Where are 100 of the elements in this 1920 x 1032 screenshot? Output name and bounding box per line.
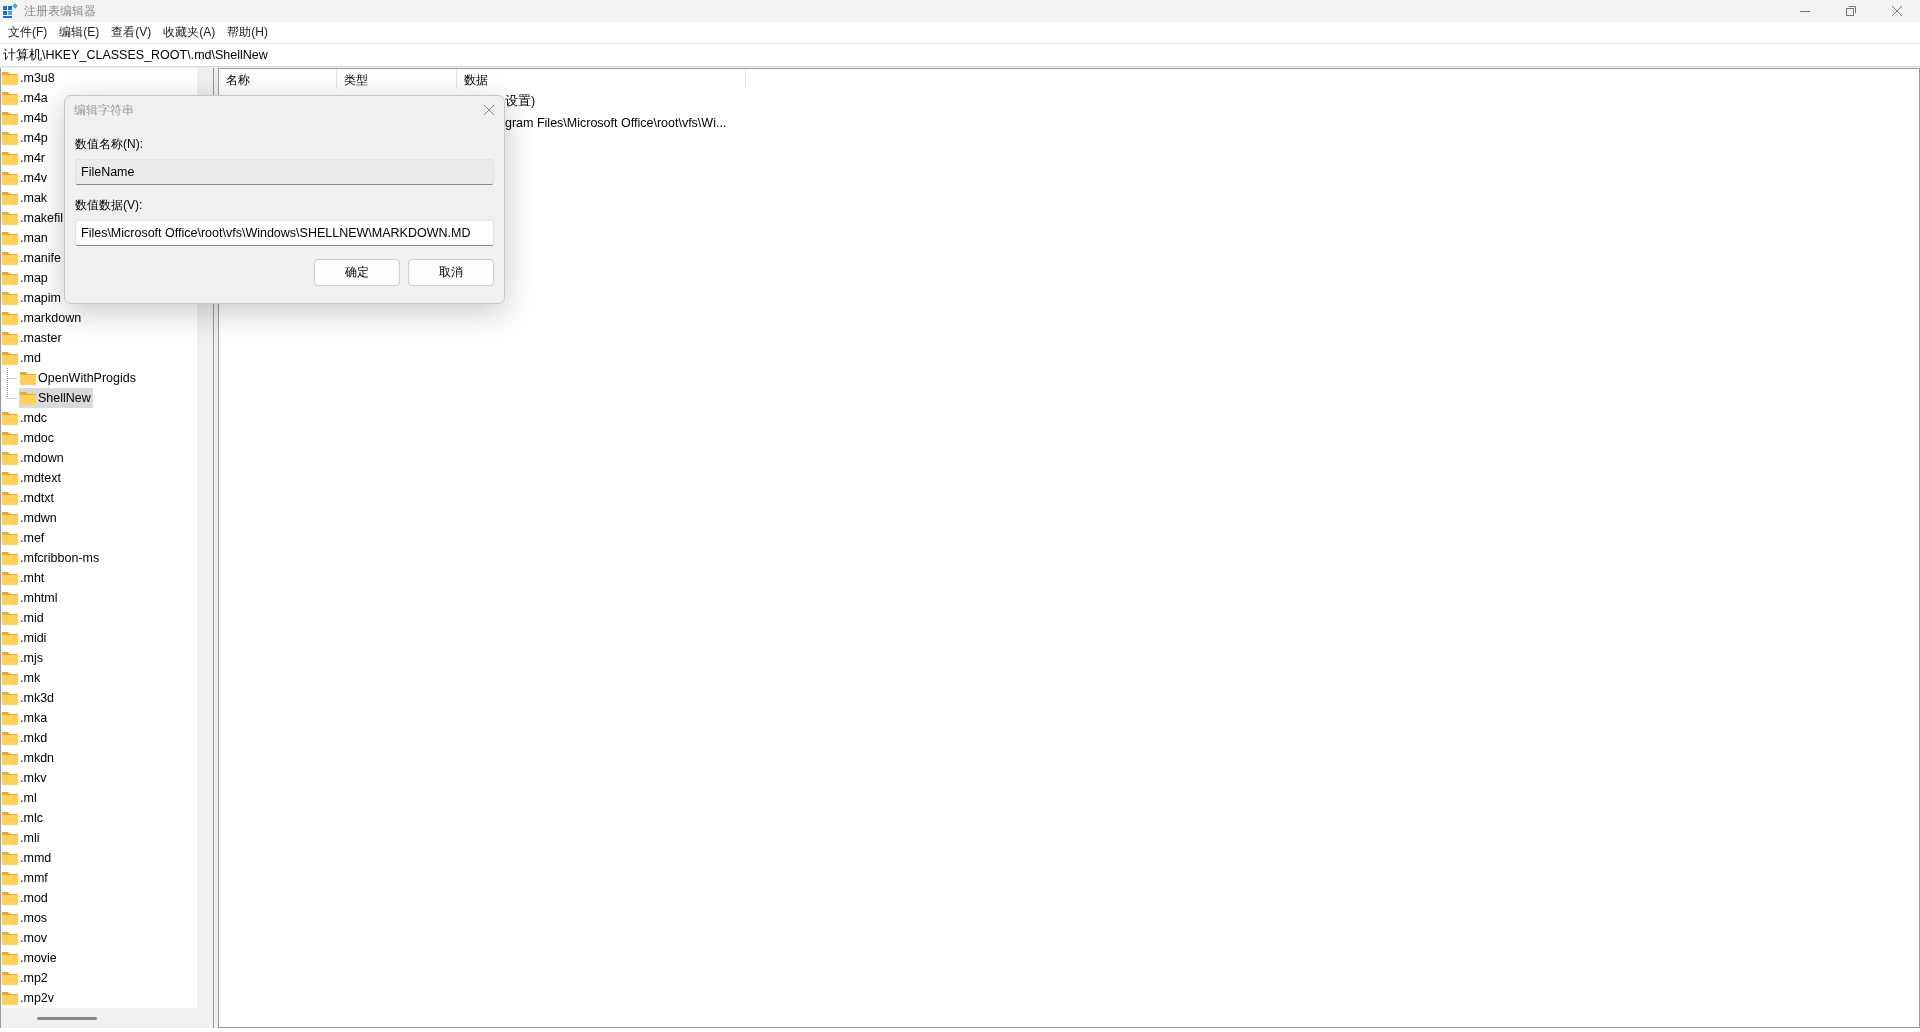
folder-icon xyxy=(2,171,18,185)
folder-icon xyxy=(2,491,18,505)
folder-icon xyxy=(2,591,18,605)
tree-item[interactable]: .m4p xyxy=(1,128,50,148)
folder-icon xyxy=(2,211,18,225)
tree-item[interactable]: .man xyxy=(1,228,50,248)
dialog-button[interactable]: 确定 xyxy=(314,259,400,286)
folder-icon xyxy=(2,711,18,725)
field-label: 数值数据(V): xyxy=(75,197,144,214)
column-header[interactable]: 数据 xyxy=(457,69,746,89)
tree-item[interactable]: .m3u8 xyxy=(1,68,57,88)
close-icon[interactable] xyxy=(1892,6,1902,16)
restore-icon[interactable] xyxy=(1846,6,1856,16)
tree-item[interactable]: .mef xyxy=(1,528,47,548)
tree-item[interactable]: .mov xyxy=(1,928,50,948)
menu-item[interactable]: 查看(V) xyxy=(105,24,158,41)
folder-icon xyxy=(2,471,18,485)
folder-icon xyxy=(2,291,18,305)
tree-item[interactable]: .mhtml xyxy=(1,588,60,608)
tree-item[interactable]: .mdc xyxy=(1,408,50,428)
tree-item[interactable]: .makefil xyxy=(1,208,66,228)
tree-item[interactable]: .mjs xyxy=(1,648,45,668)
folder-icon xyxy=(2,71,18,85)
tree-item[interactable]: .mdown xyxy=(1,448,66,468)
folder-icon xyxy=(2,691,18,705)
minimize-icon[interactable] xyxy=(1800,10,1810,12)
tree-item[interactable]: .markdown xyxy=(1,308,84,328)
folder-icon xyxy=(2,811,18,825)
folder-icon xyxy=(2,271,18,285)
folder-icon xyxy=(2,311,18,325)
tree-item[interactable]: .mdoc xyxy=(1,428,57,448)
folder-icon xyxy=(2,851,18,865)
tree-item[interactable]: .mdwn xyxy=(1,508,59,528)
folder-icon xyxy=(2,951,18,965)
folder-icon xyxy=(2,571,18,585)
menu-item[interactable]: 文件(F) xyxy=(2,24,54,41)
tree-item[interactable]: .mmd xyxy=(1,848,54,868)
column-header[interactable]: 类型 xyxy=(337,69,457,89)
dialog-button[interactable]: 取消 xyxy=(408,259,494,286)
tree-item[interactable]: .mdtext xyxy=(1,468,63,488)
tree-item[interactable]: .mid xyxy=(1,608,46,628)
scrollbar-thumb[interactable] xyxy=(37,1016,97,1020)
tree-item[interactable]: .mkd xyxy=(1,728,50,748)
close-icon[interactable] xyxy=(484,105,494,115)
folder-icon xyxy=(2,331,18,345)
tree-item[interactable]: ShellNew xyxy=(19,388,93,408)
folder-icon xyxy=(2,431,18,445)
folder-icon xyxy=(20,391,36,405)
tree-item[interactable]: .manife xyxy=(1,248,63,268)
tree-item[interactable]: .mos xyxy=(1,908,50,928)
menu-item[interactable]: 编辑(E) xyxy=(53,24,106,41)
tree-item[interactable]: .mkv xyxy=(1,768,49,788)
folder-icon xyxy=(2,531,18,545)
tree-item[interactable]: .md xyxy=(1,348,43,368)
folder-icon xyxy=(2,791,18,805)
folder-icon xyxy=(2,751,18,765)
folder-icon xyxy=(2,511,18,525)
input-field[interactable]: Files\Microsoft Office\root\vfs\Windows\SHELLNEW\MARKDOWN.MD xyxy=(75,220,494,246)
folder-icon xyxy=(2,111,18,125)
folder-icon xyxy=(2,551,18,565)
field-label: 数值名称(N): xyxy=(75,136,144,153)
tree-item[interactable]: .mk xyxy=(1,668,43,688)
folder-icon xyxy=(2,911,18,925)
tree-item[interactable]: .m4v xyxy=(1,168,50,188)
tree-item[interactable]: .movie xyxy=(1,948,59,968)
folder-icon xyxy=(2,631,18,645)
folder-icon xyxy=(2,131,18,145)
tree-item[interactable]: .mht xyxy=(1,568,47,588)
tree-item[interactable]: .m4b xyxy=(1,108,50,128)
tree-item[interactable]: .map xyxy=(1,268,50,288)
table-cell-text: 设置) xyxy=(504,93,536,110)
tree-item[interactable]: .mp2 xyxy=(1,968,50,988)
tree-item[interactable]: .mp2v xyxy=(1,988,57,1008)
folder-icon xyxy=(2,991,18,1005)
tree-item[interactable]: .mk3d xyxy=(1,688,57,708)
tree-item[interactable]: .mka xyxy=(1,708,50,728)
folder-icon xyxy=(2,971,18,985)
menu-item[interactable]: 收藏夹(A) xyxy=(157,24,222,41)
folder-icon xyxy=(2,871,18,885)
tree-item[interactable]: .mod xyxy=(1,888,50,908)
menu-item[interactable]: 帮助(H) xyxy=(221,24,274,41)
tree-item[interactable]: .mapim xyxy=(1,288,63,308)
tree-item[interactable]: .m4a xyxy=(1,88,50,108)
tree-item[interactable]: .ml xyxy=(1,788,39,808)
tree-item[interactable]: .mkdn xyxy=(1,748,57,768)
tree-item[interactable]: .mak xyxy=(1,188,50,208)
folder-icon xyxy=(2,91,18,105)
tree-item[interactable]: .master xyxy=(1,328,64,348)
folder-icon xyxy=(2,191,18,205)
tree-item[interactable]: .mfcribbon-ms xyxy=(1,548,102,568)
tree-item[interactable]: .mli xyxy=(1,828,42,848)
tree-item[interactable]: OpenWithProgids xyxy=(19,368,138,388)
tree-item[interactable]: .mmf xyxy=(1,868,50,888)
tree-item[interactable]: .mdtxt xyxy=(1,488,57,508)
column-header[interactable]: 名称 xyxy=(219,69,337,89)
folder-icon xyxy=(2,251,18,265)
folder-icon xyxy=(2,671,18,685)
tree-item[interactable]: .mlc xyxy=(1,808,45,828)
tree-item[interactable]: .midi xyxy=(1,628,49,648)
tree-item[interactable]: .m4r xyxy=(1,148,47,168)
